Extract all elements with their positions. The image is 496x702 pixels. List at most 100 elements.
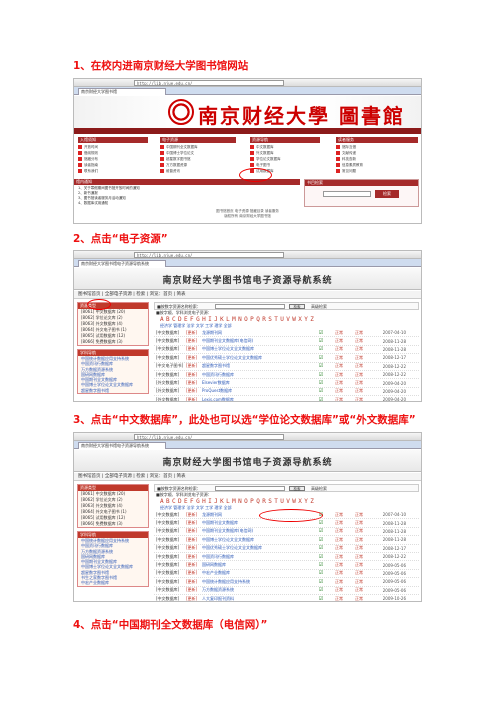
db-name-link[interactable]: 中国博士学位论文全文数据库	[202, 537, 314, 543]
bullet-icon	[160, 157, 164, 161]
address-bar[interactable]: http://lib.njue.edu.cn/	[134, 80, 284, 86]
table-row[interactable]: [中文数据库] [更新] 中国优秀硕士学位论文全文数据库 ☑ 正常 正常 2008-12-1…	[154, 354, 419, 363]
browser-tab[interactable]: 南京财经大学图书馆电子资源导航系统	[78, 442, 166, 449]
db-name-link[interactable]: 国研网数据库	[202, 562, 314, 568]
list-item[interactable]: 维普资讯	[160, 168, 236, 174]
table-row[interactable]: [中文数据库] [更新] 中国期刊全文数据库(电信网) ☑ 正常 正常 2008-11-28	[154, 337, 419, 346]
check-icon: ☑	[318, 396, 324, 402]
breadcrumb[interactable]: 图书馆首页 | 全部电子资源 | 检索 | 浏览：首页 | 简表	[74, 291, 421, 299]
search-input[interactable]	[323, 191, 371, 197]
db-name-link[interactable]: 中国资讯行数据库	[202, 372, 314, 378]
advanced-search-link[interactable]: 高级检索	[311, 303, 327, 311]
db-status-cell: 正常	[335, 587, 343, 593]
db-status-cell: 正常	[335, 371, 343, 377]
table-row[interactable]: [中文数据库] [更新] 中国统计数据应用支持系统 ☑ 正常 正常 2009-05-06	[154, 578, 419, 587]
db-status-cell: 正常	[355, 388, 363, 394]
check-icon: ☑	[318, 338, 324, 345]
db-name-link[interactable]: 中国期刊全文数据库(电信网)	[202, 338, 314, 344]
db-status-cell: 正常	[355, 595, 363, 601]
db-name-link[interactable]: 中国优秀硕士学位论文全文数据库	[202, 545, 314, 551]
db-tag-cell: [更新]	[186, 562, 198, 568]
db-name-link[interactable]: 中国统计数据应用支持系统	[202, 579, 314, 585]
advanced-search-link[interactable]: 高级检索	[311, 485, 327, 493]
sidebar: 资源类型 [8061] 中文数据库 (20) [8062] 学位论文库 (2) …	[77, 484, 149, 590]
column-heading: 入馆须知	[78, 137, 148, 143]
db-name-link[interactable]: 人大复印报刊资料	[202, 596, 314, 601]
db-tag-cell: [更新]	[186, 329, 198, 335]
alphabet-index[interactable]: ABCDEFGHIJKLMNOPQRSTUVWXYZ	[154, 316, 419, 323]
sidebar-item-free-db[interactable]: [8066] 免费数据库 (3)	[78, 339, 148, 345]
db-date-cell: 2008-11-28	[382, 520, 406, 526]
db-type-cell: [中文数据库]	[156, 570, 180, 576]
db-status-cell: 正常	[355, 346, 363, 352]
db-name-link[interactable]: 万方数据资源系统	[202, 587, 314, 593]
sidebar-link[interactable]: 超星数字图书馆	[78, 388, 148, 393]
db-name-link[interactable]: 中宏产业数据库	[202, 570, 314, 576]
search-button[interactable]: 检索	[289, 486, 305, 491]
browser-tabs: 南京财经大学图书馆电子资源导航系统	[74, 441, 421, 449]
table-row[interactable]: [中文数据库] [更新] 国研网数据库 ☑ 正常 正常 2009-05-06	[154, 561, 419, 570]
search-input[interactable]	[215, 486, 285, 491]
db-type-cell: [中文数据库]	[156, 587, 180, 593]
bullet-icon	[250, 151, 254, 155]
db-tag-cell: [更新]	[186, 528, 198, 534]
search-button[interactable]: 检索	[289, 304, 305, 309]
db-name-link[interactable]: Elsevier数据库	[202, 380, 314, 386]
db-tag-cell: [更新]	[186, 536, 198, 542]
table-row[interactable]: [外文数据库] [更新] Lexis.com数据库 ☑ 正常 正常 2009-04-20	[154, 396, 419, 402]
resource-type-box: 资源类型 [8061] 中文数据库 (20) [8062] 学位论文库 (2) …	[77, 484, 149, 528]
browser-tab[interactable]: 南京财经大学图书馆电子资源导航系统	[78, 260, 166, 267]
db-name-link[interactable]: ProQuest数据库	[202, 388, 314, 394]
db-name-link[interactable]: 超星数字图书馆	[202, 363, 314, 369]
table-row[interactable]: [中文数据库] [更新] 中国优秀硕士学位论文全文数据库 ☑ 正常 正常 2008-12-1…	[154, 545, 419, 553]
table-row[interactable]: [中文电子图书] [更新] 超星数字图书馆 ☑ 正常 正常 2008-12-22	[154, 363, 419, 371]
db-name-link[interactable]: 中国资讯行数据库	[202, 554, 314, 560]
db-name-link[interactable]: 龙源期刊网	[202, 330, 314, 336]
news-item[interactable]: 4、数据库试用通知	[78, 201, 300, 206]
search-button[interactable]: 检索	[375, 190, 399, 198]
alphabet-index[interactable]: ABCDEFGHIJKLMNOPQRSTUVWXYZ	[154, 498, 419, 505]
db-name-link[interactable]: 中国期刊全文数据库(电信网)	[202, 528, 314, 534]
db-date-cell: 2009-05-06	[382, 587, 406, 593]
search-input[interactable]	[215, 304, 285, 309]
db-type-cell: [中文数据库]	[156, 354, 180, 360]
table-row[interactable]: [外文数据库] [更新] ProQuest数据库 ☑ 正常 正常 2009-04-20	[154, 388, 419, 397]
step-1-heading: 1、在校内进南京财经大学图书馆网站	[73, 60, 249, 72]
db-name-link[interactable]: 中国博士学位论文全文数据库	[202, 346, 314, 352]
db-status-cell: 正常	[335, 528, 343, 534]
db-type-cell: [中文数据库]	[156, 528, 180, 534]
table-row[interactable]: [中文数据库] [更新] 人大复印报刊资料 ☑ 正常 正常 2009-10-26	[154, 595, 419, 601]
table-row[interactable]: [中文数据库] [更新] 中国资讯行数据库 ☑ 正常 正常 2008-12-22	[154, 371, 419, 380]
table-row[interactable]: [中文数据库] [更新] 中国资讯行数据库 ☑ 正常 正常 2008-12-22	[154, 553, 419, 562]
address-bar[interactable]: http://lib.njue.edu.cn/	[134, 252, 284, 258]
bullet-icon	[336, 157, 340, 161]
address-bar[interactable]: http://lib.njue.edu.cn/	[134, 434, 284, 440]
db-tag-cell: [更新]	[186, 363, 198, 369]
db-date-cell: 2009-04-20	[382, 388, 406, 394]
table-row[interactable]: [中文数据库] [更新] 中国博士学位论文全文数据库 ☑ 正常 正常 2008-11-28	[154, 536, 419, 545]
library-homepage-screenshot: http://lib.njue.edu.cn/ 南京财经大学图书馆 南京财经大學…	[73, 78, 422, 224]
table-row[interactable]: [中文数据库] [更新] 中宏产业数据库 ☑ 正常 正常 2009-05-06	[154, 570, 419, 579]
breadcrumb[interactable]: 图书馆首页 | 全部电子资源 | 检索 | 浏览：首页 | 简表	[74, 473, 421, 481]
db-type-cell: [中文数据库]	[156, 338, 180, 344]
table-row[interactable]: [外文数据库] [更新] Elsevier数据库 ☑ 正常 正常 2009-04-20	[154, 379, 419, 388]
table-row[interactable]: [中文数据库] [更新] 中国期刊全文数据库(电信网) ☑ 正常 正常 2008-11-28	[154, 528, 419, 537]
db-tag-cell: [更新]	[186, 578, 198, 584]
table-row[interactable]: [中文数据库] [更新] 龙源期刊网 ☑ 正常 正常 2007-04-10	[154, 329, 419, 338]
column-heading: 资源导航	[250, 137, 320, 143]
browser-tab[interactable]: 南京财经大学图书馆	[78, 88, 166, 95]
list-item[interactable]: 常见问题	[336, 168, 418, 174]
db-tag-cell: [更新]	[186, 520, 198, 526]
sidebar-item-free-db[interactable]: [8066] 免费数据库 (3)	[78, 521, 148, 527]
db-date-cell: 2008-12-22	[382, 363, 406, 369]
db-name-link[interactable]: Lexis.com数据库	[202, 397, 314, 401]
sidebar-link[interactable]: 中宏产业数据库	[78, 580, 148, 585]
db-type-cell: [中文数据库]	[156, 371, 180, 377]
db-name-link[interactable]: 中国优秀硕士学位论文全文数据库	[202, 355, 314, 361]
e-resource-nav-screenshot: http://lib.njue.edu.cn/ 南京财经大学图书馆电子资源导航系…	[73, 250, 422, 402]
step-3-heading: 3、点击“中文数据库”，此处也可以选“学位论文数据库”或“外文数据库”	[73, 414, 416, 426]
table-row[interactable]: [中文数据库] [更新] 中国博士学位论文全文数据库 ☑ 正常 正常 2008-11-28	[154, 346, 419, 355]
table-row[interactable]: [中文数据库] [更新] 万方数据资源系统 ☑ 正常 正常 2009-05-06	[154, 587, 419, 595]
nav-header: 南京财经大学图书馆电子资源导航系统	[74, 450, 421, 472]
list-item[interactable]: 联系我们	[78, 168, 148, 174]
